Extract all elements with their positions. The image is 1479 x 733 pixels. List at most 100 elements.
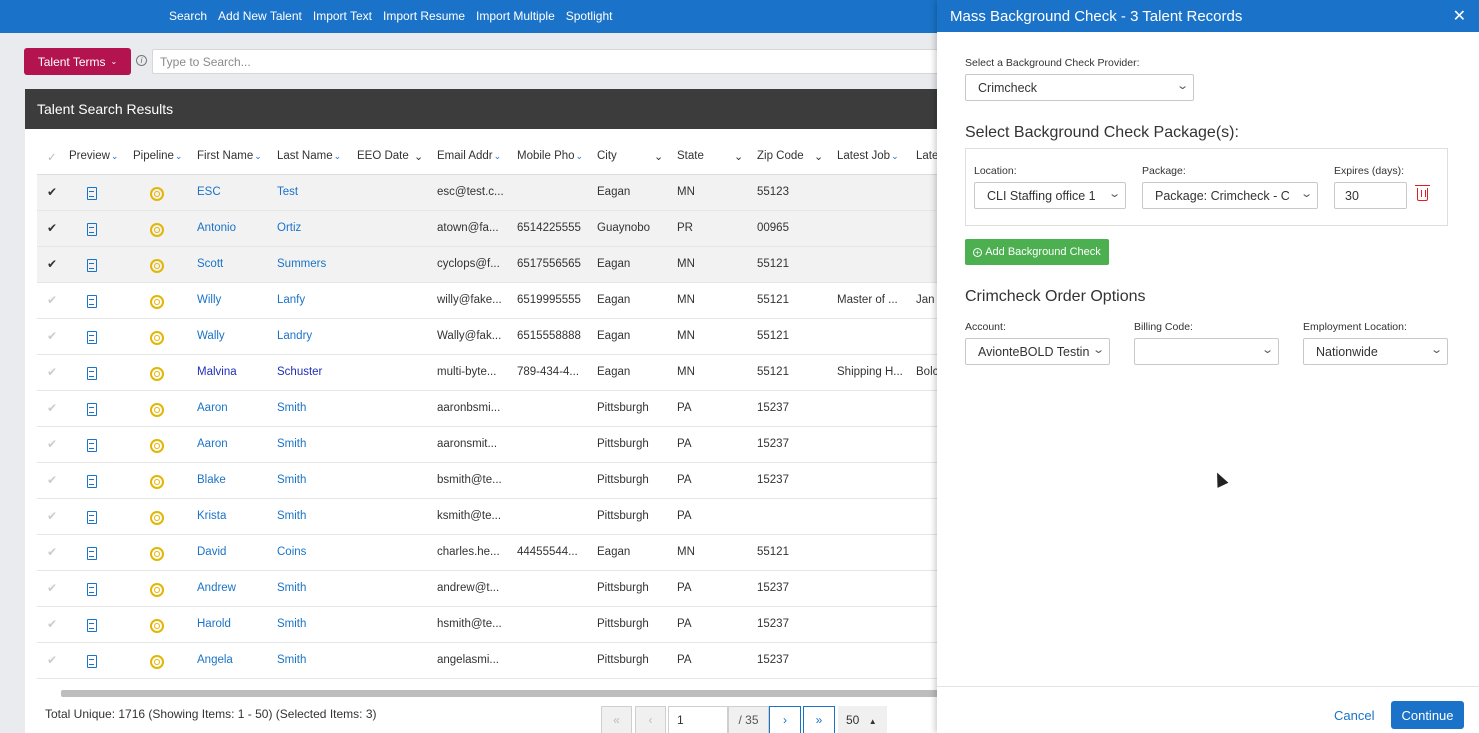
sort-caret-icon[interactable]: ⌄ <box>334 151 342 161</box>
column-menu-icon[interactable]: ⌄ <box>814 150 823 163</box>
first-name-link[interactable]: Krista <box>197 510 226 522</box>
nav-link[interactable]: Import Multiple <box>476 9 555 23</box>
row-checkbox[interactable]: ✔ <box>47 545 57 559</box>
sort-caret-icon[interactable]: ⌄ <box>891 151 899 161</box>
document-preview-icon[interactable] <box>87 655 97 668</box>
last-name-link[interactable]: Smith <box>277 582 306 594</box>
column-header[interactable]: Pipeline⌄ <box>133 150 182 162</box>
first-name-link[interactable]: Antonio <box>197 222 236 234</box>
expires-input[interactable]: 30 <box>1334 182 1407 209</box>
first-name-link[interactable]: ESC <box>197 186 221 198</box>
column-header[interactable]: First Name⌄ <box>197 150 262 162</box>
pipeline-icon[interactable] <box>150 655 164 669</box>
row-checkbox[interactable]: ✔ <box>47 257 57 271</box>
table-row[interactable]: ✔ Willy Lanfy willy@fake... 6519995555 Eagan M… <box>37 283 947 319</box>
table-row[interactable]: ✔ Antonio Ortiz atown@fa... 6514225555 Guayno… <box>37 211 947 247</box>
cancel-button[interactable]: Cancel <box>1334 708 1374 723</box>
employment-location-select[interactable]: Nationwide ⌄ <box>1303 338 1448 365</box>
pipeline-icon[interactable] <box>150 403 164 417</box>
continue-button[interactable]: Continue <box>1391 701 1464 729</box>
column-header[interactable]: Last Name⌄ <box>277 150 341 162</box>
row-checkbox[interactable]: ✔ <box>47 581 57 595</box>
column-menu-icon[interactable]: ⌄ <box>414 150 423 163</box>
last-name-link[interactable]: Ortiz <box>277 222 301 234</box>
first-name-link[interactable]: Willy <box>197 294 221 306</box>
row-checkbox[interactable]: ✔ <box>47 293 57 307</box>
first-name-link[interactable]: Blake <box>197 474 226 486</box>
first-name-link[interactable]: Angela <box>197 654 233 666</box>
page-number-input[interactable]: 1 <box>668 706 728 733</box>
nav-link[interactable]: Import Text <box>313 9 372 23</box>
row-checkbox[interactable]: ✔ <box>47 473 57 487</box>
document-preview-icon[interactable] <box>87 547 97 560</box>
horizontal-scrollbar[interactable] <box>61 690 945 697</box>
row-checkbox[interactable]: ✔ <box>47 617 57 631</box>
column-header[interactable]: Mobile Pho⌄ <box>517 150 583 162</box>
row-checkbox[interactable]: ✔ <box>47 509 57 523</box>
table-row[interactable]: ✔ Andrew Smith andrew@t... Pittsburgh PA 15237 <box>37 571 947 607</box>
document-preview-icon[interactable] <box>87 259 97 272</box>
table-row[interactable]: ✔ Wally Landry Wally@fak... 6515558888 Eagan M… <box>37 319 947 355</box>
document-preview-icon[interactable] <box>87 331 97 344</box>
row-checkbox[interactable]: ✔ <box>47 401 57 415</box>
column-header[interactable]: City <box>597 150 617 162</box>
last-name-link[interactable]: Lanfy <box>277 294 305 306</box>
document-preview-icon[interactable] <box>87 223 97 236</box>
last-name-link[interactable]: Smith <box>277 510 306 522</box>
document-preview-icon[interactable] <box>87 439 97 452</box>
nav-link[interactable]: Spotlight <box>566 9 613 23</box>
pipeline-icon[interactable] <box>150 619 164 633</box>
last-name-link[interactable]: Smith <box>277 438 306 450</box>
column-menu-icon[interactable]: ⌄ <box>734 150 743 163</box>
column-header[interactable]: Late <box>916 150 938 162</box>
provider-select[interactable]: Crimcheck ⌄ <box>965 74 1194 101</box>
first-name-link[interactable]: Malvina <box>197 366 237 378</box>
add-background-check-button[interactable]: + Add Background Check <box>965 239 1109 265</box>
column-header[interactable]: Latest Job⌄ <box>837 150 899 162</box>
document-preview-icon[interactable] <box>87 511 97 524</box>
first-name-link[interactable]: Harold <box>197 618 231 630</box>
last-name-link[interactable]: Smith <box>277 654 306 666</box>
pipeline-icon[interactable] <box>150 259 164 273</box>
select-all-checkbox[interactable]: ✓ <box>47 150 57 164</box>
last-name-link[interactable]: Smith <box>277 474 306 486</box>
document-preview-icon[interactable] <box>87 403 97 416</box>
trash-icon[interactable] <box>1415 185 1430 201</box>
location-select[interactable]: CLI Staffing office 1 ⌄ <box>974 182 1126 209</box>
table-row[interactable]: ✔ Aaron Smith aaronbsmi... Pittsburgh PA 15237 <box>37 391 947 427</box>
row-checkbox[interactable]: ✔ <box>47 185 57 199</box>
column-header[interactable]: Zip Code <box>757 150 804 162</box>
table-row[interactable]: ✔ Malvina Schuster multi-byte... 789-434-4..… <box>37 355 947 391</box>
page-size-select[interactable]: 50 ▲ <box>838 706 887 733</box>
column-header[interactable]: Email Addr⌄ <box>437 150 501 162</box>
row-checkbox[interactable]: ✔ <box>47 221 57 235</box>
pipeline-icon[interactable] <box>150 367 164 381</box>
row-checkbox[interactable]: ✔ <box>47 365 57 379</box>
talent-terms-button[interactable]: Talent Terms ⌄ <box>24 48 131 75</box>
last-name-link[interactable]: Schuster <box>277 366 322 378</box>
sort-caret-icon[interactable]: ⌄ <box>576 151 584 161</box>
last-name-link[interactable]: Test <box>277 186 298 198</box>
package-select[interactable]: Package: Crimcheck - C ⌄ <box>1142 182 1318 209</box>
table-row[interactable]: ✔ Angela Smith angelasmi... Pittsburgh PA 1523… <box>37 643 947 679</box>
last-name-link[interactable]: Landry <box>277 330 312 342</box>
document-preview-icon[interactable] <box>87 619 97 632</box>
document-preview-icon[interactable] <box>87 367 97 380</box>
table-row[interactable]: ✔ Scott Summers cyclops@f... 6517556565 Eagan… <box>37 247 947 283</box>
column-header[interactable]: Preview⌄ <box>69 150 118 162</box>
table-row[interactable]: ✔ Aaron Smith aaronsmit... Pittsburgh PA 15237 <box>37 427 947 463</box>
sort-caret-icon[interactable]: ⌄ <box>175 151 183 161</box>
row-checkbox[interactable]: ✔ <box>47 437 57 451</box>
table-row[interactable]: ✔ David Coins charles.he... 44455544... Eagan… <box>37 535 947 571</box>
document-preview-icon[interactable] <box>87 187 97 200</box>
last-name-link[interactable]: Smith <box>277 402 306 414</box>
info-icon[interactable]: i <box>136 55 147 66</box>
first-name-link[interactable]: Aaron <box>197 438 228 450</box>
next-page-button[interactable]: › <box>769 706 801 733</box>
pipeline-icon[interactable] <box>150 475 164 489</box>
nav-link[interactable]: Add New Talent <box>218 9 302 23</box>
first-name-link[interactable]: Andrew <box>197 582 236 594</box>
last-name-link[interactable]: Summers <box>277 258 326 270</box>
last-name-link[interactable]: Coins <box>277 546 306 558</box>
account-select[interactable]: AvionteBOLD Testin ⌄ <box>965 338 1110 365</box>
